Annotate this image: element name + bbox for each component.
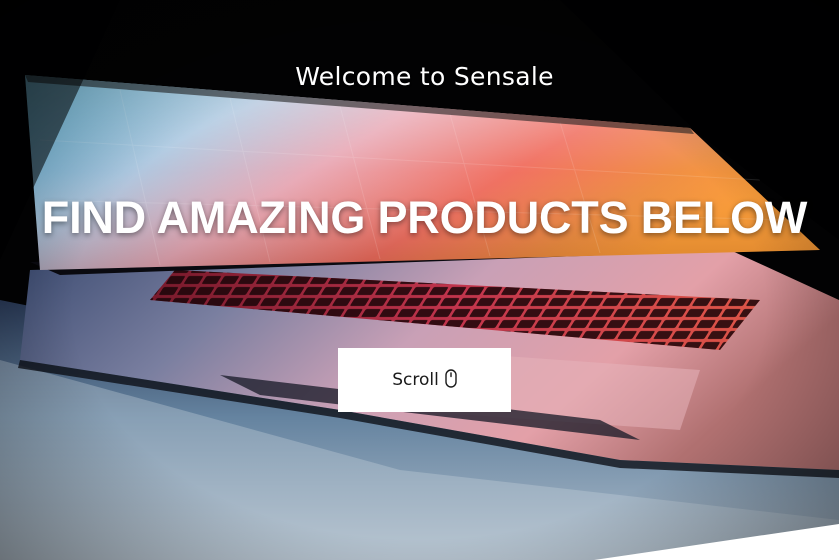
hero-headline: FIND AMAZING PRODUCTS BELOW <box>41 192 808 243</box>
scroll-button-label: Scroll <box>392 370 439 390</box>
mouse-icon <box>445 368 457 388</box>
welcome-text: Welcome to Sensale <box>295 62 554 91</box>
scroll-button[interactable]: Scroll <box>338 348 511 412</box>
hero-section: Welcome to Sensale FIND AMAZING PRODUCTS… <box>0 0 839 560</box>
